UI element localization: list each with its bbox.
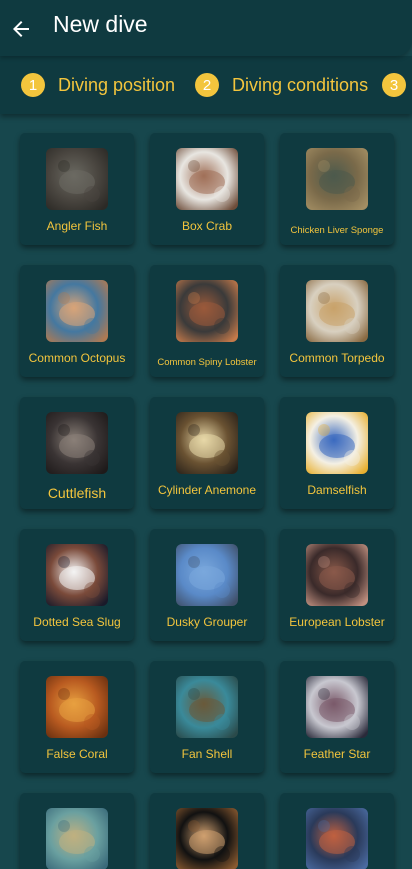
species-name: Cylinder Anemone xyxy=(157,483,257,497)
species-name: Box Crab xyxy=(181,219,233,233)
species-photo xyxy=(176,808,238,869)
species-photo xyxy=(306,148,368,210)
species-card[interactable]: Common Torpedo xyxy=(280,265,394,377)
species-card[interactable] xyxy=(20,793,134,869)
step-diving-conditions[interactable]: 2 Diving conditions xyxy=(195,56,368,114)
species-photo xyxy=(46,544,108,606)
species-photo xyxy=(306,676,368,738)
species-name: Damselfish xyxy=(307,483,367,497)
species-card[interactable]: Fan Shell xyxy=(150,661,264,773)
species-card[interactable]: Damselfish xyxy=(280,397,394,509)
species-photo xyxy=(46,148,108,210)
species-card[interactable]: Feather Star xyxy=(280,661,394,773)
species-name: European Lobster xyxy=(289,615,385,629)
species-photo xyxy=(46,676,108,738)
species-name: Dotted Sea Slug xyxy=(33,615,121,629)
species-card[interactable]: Dusky Grouper xyxy=(150,529,264,641)
species-name: Common Octopus xyxy=(28,351,126,365)
species-name: False Coral xyxy=(46,747,108,761)
species-card[interactable]: Common Spiny Lobster xyxy=(150,265,264,377)
species-card[interactable] xyxy=(280,793,394,869)
app-screen: New dive 1 Diving position 2 Diving cond… xyxy=(0,0,412,869)
species-photo xyxy=(46,280,108,342)
step-label: Diving conditions xyxy=(232,74,369,95)
species-photo xyxy=(176,412,238,474)
species-card[interactable]: Box Crab xyxy=(150,133,264,245)
species-photo xyxy=(306,412,368,474)
species-grid: Angler Fish Box Crab Chicken Liver Sponge C… xyxy=(0,114,412,869)
species-card[interactable]: Angler Fish xyxy=(20,133,134,245)
species-name: Common Spiny Lobster xyxy=(157,357,257,368)
step-label: Diving position xyxy=(58,74,176,95)
species-card[interactable]: Dotted Sea Slug xyxy=(20,529,134,641)
species-card[interactable]: Cuttlefish xyxy=(20,397,134,509)
species-photo xyxy=(46,412,108,474)
app-bar: New dive xyxy=(0,0,412,56)
species-card[interactable] xyxy=(150,793,264,869)
species-card[interactable]: Chicken Liver Sponge xyxy=(280,133,394,245)
species-name: Fan Shell xyxy=(181,747,233,761)
species-photo xyxy=(306,280,368,342)
species-photo xyxy=(306,808,368,869)
species-card[interactable]: Cylinder Anemone xyxy=(150,397,264,509)
page-title: New dive xyxy=(53,11,148,37)
step-3[interactable]: 3 xyxy=(382,56,406,114)
species-photo xyxy=(176,148,238,210)
species-name: Cuttlefish xyxy=(47,485,107,501)
step-number-badge: 3 xyxy=(382,73,406,97)
step-diving-position[interactable]: 1 Diving position xyxy=(21,56,175,114)
species-name: Angler Fish xyxy=(46,219,108,233)
step-number-badge: 2 xyxy=(195,73,219,97)
species-photo xyxy=(306,544,368,606)
back-button[interactable] xyxy=(6,14,36,44)
species-card[interactable]: European Lobster xyxy=(280,529,394,641)
species-photo xyxy=(46,808,108,869)
step-number-badge: 1 xyxy=(21,73,45,97)
step-tabs: 1 Diving position 2 Diving conditions 3 xyxy=(0,56,412,114)
species-name: Common Torpedo xyxy=(289,351,385,365)
species-photo xyxy=(176,280,238,342)
species-photo xyxy=(176,544,238,606)
species-card[interactable]: False Coral xyxy=(20,661,134,773)
species-name: Dusky Grouper xyxy=(166,615,248,629)
arrow-left-icon xyxy=(13,21,29,37)
species-name: Feather Star xyxy=(303,747,371,761)
species-card[interactable]: Common Octopus xyxy=(20,265,134,377)
species-photo xyxy=(176,676,238,738)
species-name: Chicken Liver Sponge xyxy=(290,225,384,236)
